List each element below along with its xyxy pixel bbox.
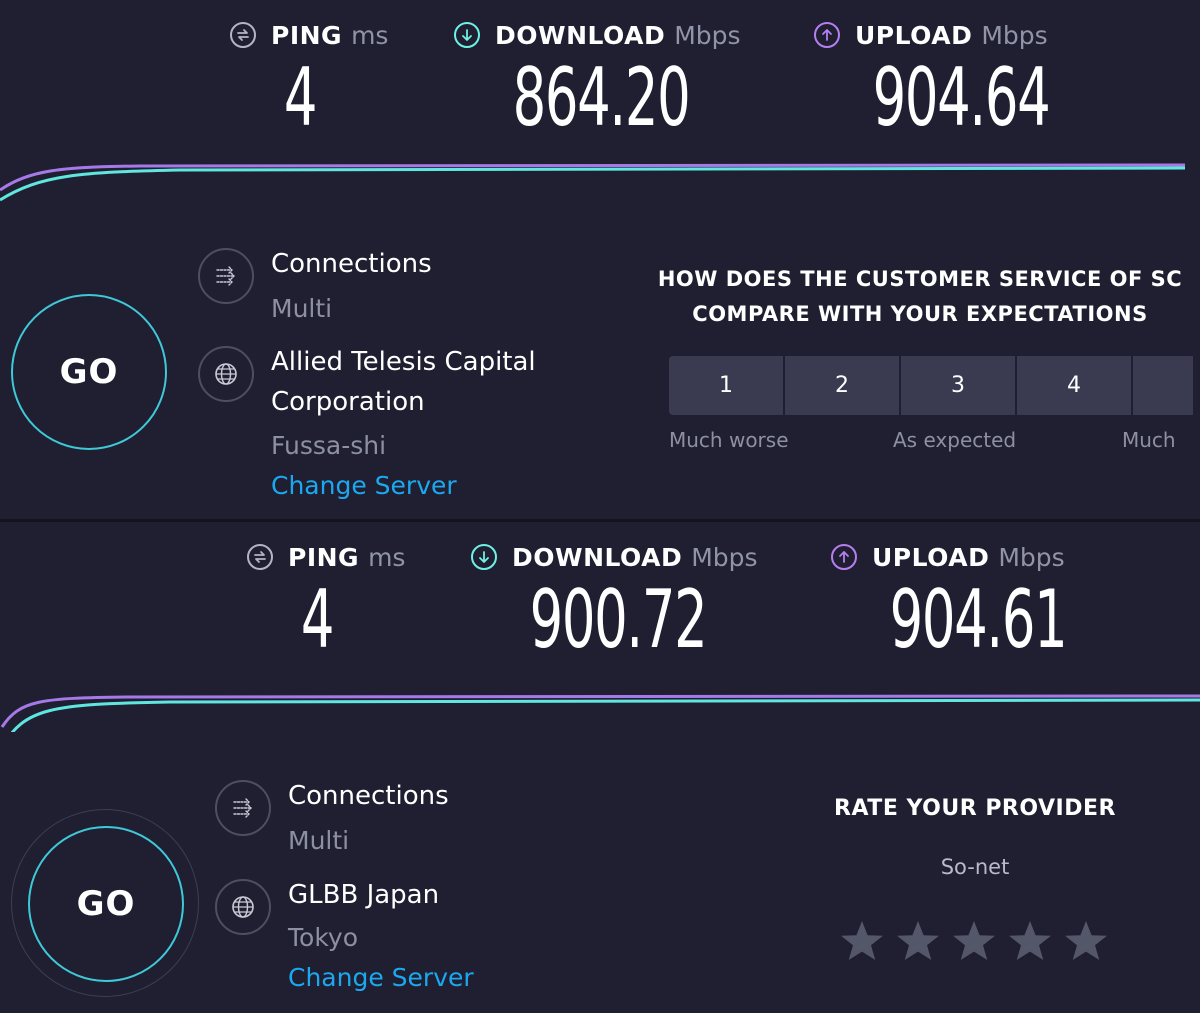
ping-metric: PING ms 4 (247, 522, 417, 672)
download-label: DOWNLOAD (495, 20, 666, 50)
survey-option-2[interactable]: 2 (785, 356, 899, 415)
ping-label: PING (271, 20, 343, 50)
go-button[interactable]: GO (11, 294, 167, 450)
star-icon[interactable] (950, 917, 998, 965)
result-panel-1: PING ms 4 DOWNLOAD Mbps 864.20 UPLOAD Mb… (0, 0, 1200, 519)
survey-caption-left: Much worse (669, 428, 789, 452)
rate-provider-title: RATE YOUR PROVIDER (834, 796, 1116, 821)
download-label: DOWNLOAD (512, 542, 683, 572)
server-name-line2: Corporation (271, 387, 425, 417)
change-server-link[interactable]: Change Server (271, 468, 457, 504)
download-unit: Mbps (691, 542, 758, 572)
go-button[interactable]: GO (28, 826, 184, 982)
upload-metric: UPLOAD Mbps 904.64 (814, 0, 1114, 150)
upload-value: 904.64 (872, 51, 1051, 144)
survey-caption-middle: As expected (893, 428, 1017, 452)
server-name-line1: Allied Telesis Capital (271, 347, 536, 377)
download-metric: DOWNLOAD Mbps 864.20 (454, 0, 764, 150)
upload-unit: Mbps (998, 542, 1065, 572)
upload-unit: Mbps (981, 20, 1048, 50)
download-metric: DOWNLOAD Mbps 900.72 (471, 522, 781, 672)
download-arrow-icon (454, 22, 480, 48)
star-icon[interactable] (1006, 917, 1054, 965)
star-icon[interactable] (1062, 917, 1110, 965)
server-name: GLBB Japan (288, 880, 440, 910)
ping-label: PING (288, 542, 360, 572)
star-icon[interactable] (838, 917, 886, 965)
download-value: 864.20 (512, 51, 691, 144)
download-value: 900.72 (529, 573, 708, 666)
star-rating (838, 917, 1118, 965)
survey-option-3[interactable]: 3 (901, 356, 1015, 415)
survey-caption-right: Much (1122, 428, 1176, 452)
ping-icon (230, 22, 256, 48)
upload-arrow-icon (831, 544, 857, 570)
ping-unit: ms (368, 542, 406, 572)
connections-title: Connections (288, 781, 449, 811)
ping-metric: PING ms 4 (230, 0, 400, 150)
go-label: GO (76, 884, 136, 924)
connections-title: Connections (271, 249, 432, 279)
speed-graph-curve (0, 694, 1200, 732)
survey-question: HOW DOES THE CUSTOMER SERVICE OF SC COMP… (640, 262, 1200, 332)
upload-label: UPLOAD (855, 20, 973, 50)
star-icon[interactable] (894, 917, 942, 965)
server-location: Tokyo (288, 923, 358, 952)
upload-arrow-icon (814, 22, 840, 48)
upload-metric: UPLOAD Mbps 904.61 (831, 522, 1131, 672)
connections-value: Multi (271, 294, 333, 323)
survey-question-line2: COMPARE WITH YOUR EXPECTATIONS (692, 302, 1148, 326)
ping-value: 4 (300, 573, 335, 666)
connections-icon (215, 780, 271, 836)
ping-unit: ms (351, 20, 389, 50)
survey-question-line1: HOW DOES THE CUSTOMER SERVICE OF SC (657, 267, 1183, 291)
change-server-link[interactable]: Change Server (288, 960, 474, 996)
go-label: GO (59, 352, 119, 392)
download-arrow-icon (471, 544, 497, 570)
survey-option-4[interactable]: 4 (1017, 356, 1131, 415)
upload-label: UPLOAD (872, 542, 990, 572)
upload-value: 904.61 (889, 573, 1068, 666)
survey-option-1[interactable]: 1 (669, 356, 783, 415)
connections-icon (198, 248, 254, 304)
globe-icon (198, 346, 254, 402)
ping-value: 4 (283, 51, 318, 144)
provider-name: So-net (940, 855, 1010, 879)
ping-icon (247, 544, 273, 570)
download-unit: Mbps (674, 20, 741, 50)
speed-graph-curve (0, 163, 1186, 202)
survey-option-5[interactable] (1133, 356, 1193, 415)
server-location: Fussa-shi (271, 431, 387, 460)
globe-icon (215, 879, 271, 935)
connections-value: Multi (288, 826, 350, 855)
survey-scale: 1 2 3 4 (669, 356, 1195, 415)
